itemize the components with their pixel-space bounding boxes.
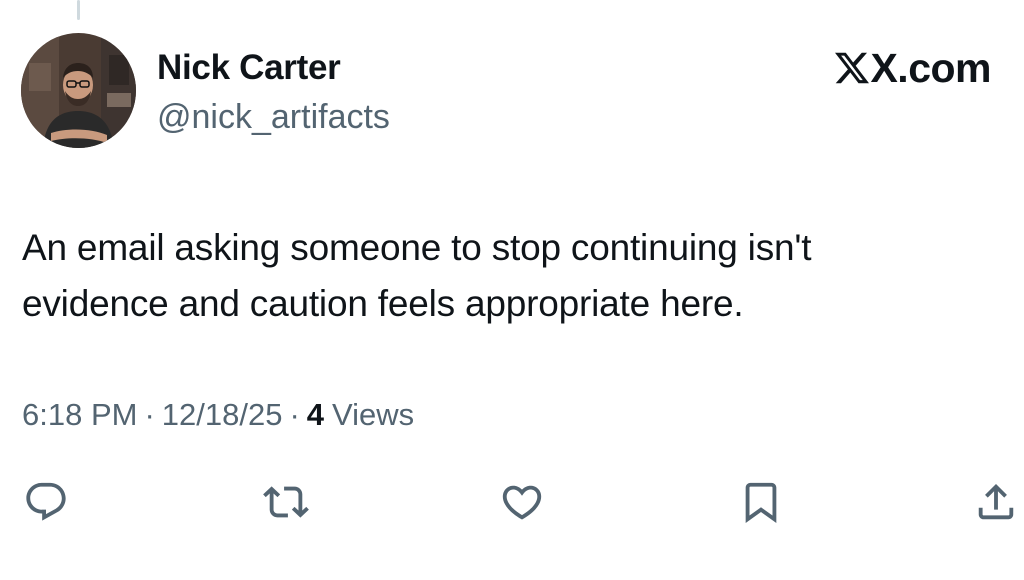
bookmark-button[interactable] xyxy=(737,478,785,526)
meta-separator: · xyxy=(289,397,300,432)
share-button[interactable] xyxy=(972,478,1020,526)
reply-button[interactable] xyxy=(22,478,70,526)
brand-text: X.com xyxy=(870,45,991,91)
brand-label: X.com xyxy=(835,47,991,89)
meta-separator: · xyxy=(144,397,155,432)
avatar[interactable] xyxy=(21,33,136,148)
repost-icon xyxy=(263,486,309,518)
reply-icon xyxy=(26,482,66,521)
tweet-date[interactable]: 12/18/25 xyxy=(162,395,283,435)
heart-icon xyxy=(502,485,542,520)
avatar-image xyxy=(21,33,136,148)
repost-button[interactable] xyxy=(262,478,310,526)
author-display-name[interactable]: Nick Carter xyxy=(157,48,341,88)
tweet-metadata: 6:18 PM · 12/18/25 · 4 Views xyxy=(22,395,414,435)
tweet-time[interactable]: 6:18 PM xyxy=(22,395,137,435)
views-count[interactable]: 4 xyxy=(307,395,324,435)
x-logo-icon xyxy=(835,51,870,85)
bookmark-icon xyxy=(745,482,777,523)
thread-connector-line xyxy=(77,0,80,20)
like-button[interactable] xyxy=(498,478,546,526)
author-handle[interactable]: @nick_artifacts xyxy=(157,97,390,137)
tweet-text: An email asking someone to stop continui… xyxy=(22,227,812,324)
views-label[interactable]: Views xyxy=(332,395,414,435)
share-icon xyxy=(978,483,1014,520)
